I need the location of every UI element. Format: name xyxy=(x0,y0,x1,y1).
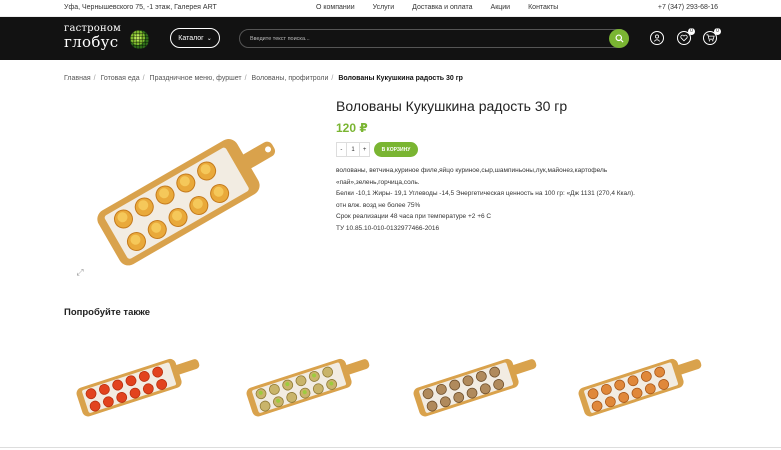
divider xyxy=(0,447,781,448)
nav-delivery[interactable]: Доставка и оплата xyxy=(412,4,472,11)
description-line: Срок реализации 48 часа при температуре … xyxy=(336,213,492,220)
add-to-cart-button[interactable]: В корзину xyxy=(374,142,418,157)
nav-services[interactable]: Услуги xyxy=(373,4,395,11)
catalog-label: Каталог xyxy=(178,34,204,42)
chevron-down-icon: ⌄ xyxy=(206,35,212,42)
store-address: Уфа, Чернышевского 75, -1 этаж, Галерея … xyxy=(64,4,217,11)
quantity-minus-button[interactable]: - xyxy=(337,143,346,156)
breadcrumb-separator: / xyxy=(244,75,247,82)
breadcrumb-separator: / xyxy=(93,75,96,82)
logo[interactable]: гастроном глобус xyxy=(64,21,154,55)
related-product-image[interactable] xyxy=(238,344,376,422)
logo-line2: глобус xyxy=(64,33,119,51)
nav-contacts[interactable]: Контакты xyxy=(528,4,558,11)
wishlist-count-badge: 0 xyxy=(688,28,695,35)
breadcrumb-holiday-menu[interactable]: Праздничное меню, фуршет xyxy=(150,75,242,82)
nav-promotions[interactable]: Акции xyxy=(491,4,511,11)
breadcrumb-ready-food[interactable]: Готовая еда xyxy=(101,75,140,82)
breadcrumb: Главная / Готовая еда / Праздничное меню, … xyxy=(64,75,463,82)
nav-about[interactable]: О компании xyxy=(316,4,355,11)
top-nav: О компании Услуги Доставка и оплата Акци… xyxy=(316,4,558,11)
main-header: гастроном глобус Каталог ⌄ 0 0 xyxy=(0,17,781,60)
quantity-stepper: - 1 + xyxy=(336,142,370,157)
description-line: ТУ 10.85.10-010-0132977466-2016 xyxy=(336,224,440,232)
related-title: Попробуйте также xyxy=(64,307,151,318)
description-line: «пай»,зелень,горчица,соль. xyxy=(336,178,420,186)
catalog-button[interactable]: Каталог ⌄ xyxy=(170,28,220,48)
user-icon xyxy=(653,34,661,42)
heart-icon xyxy=(680,34,688,42)
wishlist-button[interactable]: 0 xyxy=(677,28,695,45)
description-line: волованы, ветчина,куриное филе,яйцо кури… xyxy=(336,167,608,174)
quantity-plus-button[interactable]: + xyxy=(360,143,369,156)
breadcrumb-separator: / xyxy=(331,75,334,82)
top-bar: Уфа, Чернышевского 75, -1 этаж, Галерея … xyxy=(0,0,781,17)
product-price: 120 ₽ xyxy=(336,121,368,135)
breadcrumb-current: Волованы Кукушкина радость 30 гр xyxy=(338,75,463,82)
search-bar xyxy=(239,29,629,48)
breadcrumb-separator: / xyxy=(142,75,145,82)
product-description: волованы, ветчина,куриное филе,яйцо кури… xyxy=(336,165,666,234)
cart-icon xyxy=(706,34,715,42)
description-line: Белки -10,1 Жиры- 19,1 Углеводы -14,5 Эн… xyxy=(336,190,635,197)
phone-number[interactable]: +7 (347) 293-68-16 xyxy=(658,4,718,11)
quantity-input[interactable]: 1 xyxy=(345,143,361,156)
related-product-image[interactable] xyxy=(570,344,708,422)
zoom-icon[interactable]: ⤢ xyxy=(74,266,86,278)
breadcrumb-home[interactable]: Главная xyxy=(64,75,91,82)
product-image[interactable] xyxy=(78,118,296,272)
product-title: Волованы Кукушкина радость 30 гр xyxy=(336,98,568,114)
description-line: отн влж. возд не более 75% xyxy=(336,201,421,209)
related-product-image[interactable] xyxy=(68,344,206,422)
breadcrumb-vol-au-vent[interactable]: Волованы, профитроли xyxy=(252,75,329,82)
search-button[interactable] xyxy=(609,29,629,48)
related-product-image[interactable] xyxy=(405,344,543,422)
cart-button[interactable]: 0 xyxy=(703,28,721,45)
search-icon xyxy=(614,34,624,43)
cart-count-badge: 0 xyxy=(714,28,721,35)
search-input[interactable] xyxy=(250,33,600,45)
account-button[interactable] xyxy=(650,31,664,45)
globe-logo-icon xyxy=(130,30,149,49)
